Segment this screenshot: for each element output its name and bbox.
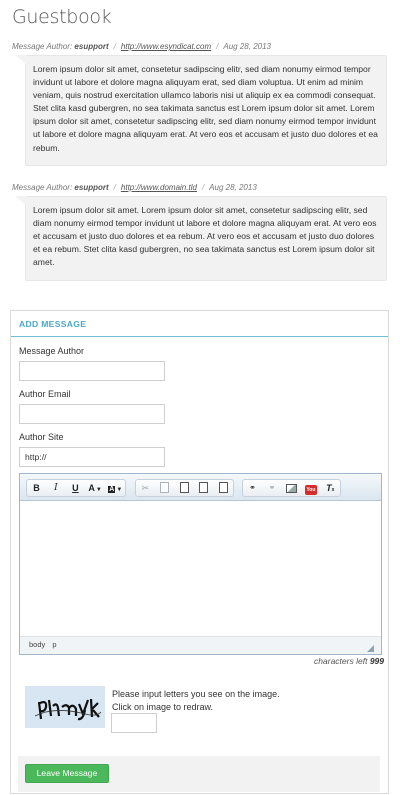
unlink-icon[interactable]: ⚭ <box>265 480 278 496</box>
form-actions: Leave Message <box>18 756 380 792</box>
paste-word-icon[interactable] <box>217 480 230 496</box>
editor-status-bar: body p <box>20 637 381 654</box>
author-site-link[interactable]: http://www.esyndicat.com <box>121 42 211 51</box>
page-title: Guestbook <box>12 6 112 28</box>
author-name: esupport <box>74 42 109 51</box>
format-group: B I U A▼ A ▼ <box>26 479 127 497</box>
chars-left-label: characters left <box>314 656 368 666</box>
leave-message-button[interactable]: Leave Message <box>25 764 109 783</box>
clear-format-icon[interactable]: Tx <box>324 480 337 496</box>
editor-content-area[interactable] <box>20 501 381 637</box>
author-site-link[interactable]: http://www.domain.tld <box>121 183 197 192</box>
chars-left-count: 999 <box>369 656 384 666</box>
email-input[interactable] <box>19 404 165 424</box>
italic-button[interactable]: I <box>49 480 62 496</box>
captcha-input[interactable] <box>111 713 157 733</box>
bg-color-icon: A <box>108 486 116 493</box>
image-icon[interactable] <box>285 480 298 496</box>
text-color-icon: A <box>88 483 95 493</box>
status-path-p[interactable]: p <box>52 640 56 649</box>
underline-button[interactable]: U <box>69 480 82 496</box>
author-name: esupport <box>74 183 109 192</box>
message-body: Lorem ipsum dolor sit amet. Lorem ipsum … <box>15 196 387 281</box>
status-path-body[interactable]: body <box>29 640 45 649</box>
paste-text-icon[interactable] <box>197 480 210 496</box>
site-input[interactable] <box>19 447 165 467</box>
separator: / <box>216 42 219 51</box>
separator: / <box>113 183 116 192</box>
entry-date: Aug 28, 2013 <box>223 42 271 51</box>
guestbook-page: Guestbook Message Author: esupport / http:… <box>0 0 400 795</box>
separator: / <box>113 42 116 51</box>
captcha-image[interactable] <box>25 686 105 728</box>
site-label: Author Site <box>19 432 64 442</box>
cut-icon[interactable]: ✂ <box>139 480 152 496</box>
bg-color-button[interactable]: A ▼ <box>108 480 122 496</box>
author-prefix: Message Author: <box>12 42 73 51</box>
author-prefix: Message Author: <box>12 183 73 192</box>
clipboard-group: ✂ <box>134 479 234 497</box>
entry-meta: Message Author: esupport / http://www.doma… <box>12 183 257 192</box>
chevron-down-icon: ▼ <box>95 487 102 493</box>
insert-group: ⚭ ⚭ You Tx <box>242 479 341 497</box>
text-color-button[interactable]: A▼ <box>88 480 101 496</box>
entry-date: Aug 28, 2013 <box>209 183 257 192</box>
entry-meta: Message Author: esupport / http://www.esyn… <box>12 42 271 51</box>
link-icon[interactable]: ⚭ <box>246 480 259 496</box>
email-label: Author Email <box>19 389 71 399</box>
editor-toolbar: B I U A▼ A ▼ ✂ ⚭ ⚭ You Tx <box>20 474 381 501</box>
resize-handle-icon[interactable] <box>367 645 374 652</box>
youtube-icon[interactable]: You <box>304 480 317 496</box>
captcha-instructions: Please input letters you see on the imag… <box>112 688 280 714</box>
copy-icon[interactable] <box>158 480 171 496</box>
chevron-down-icon: ▼ <box>116 487 123 493</box>
captcha-line-1: Please input letters you see on the imag… <box>112 689 280 699</box>
message-body: Lorem ipsum dolor sit amet, consetetur s… <box>15 55 387 166</box>
rich-text-editor: B I U A▼ A ▼ ✂ ⚭ ⚭ You Tx body p <box>19 473 382 655</box>
bold-button[interactable]: B <box>30 480 43 496</box>
characters-left: characters left 999 <box>314 656 384 666</box>
panel-heading: ADD MESSAGE <box>11 311 388 337</box>
paste-icon[interactable] <box>178 480 191 496</box>
author-label: Message Author <box>19 346 85 356</box>
author-input[interactable] <box>19 361 165 381</box>
separator: / <box>201 183 205 192</box>
